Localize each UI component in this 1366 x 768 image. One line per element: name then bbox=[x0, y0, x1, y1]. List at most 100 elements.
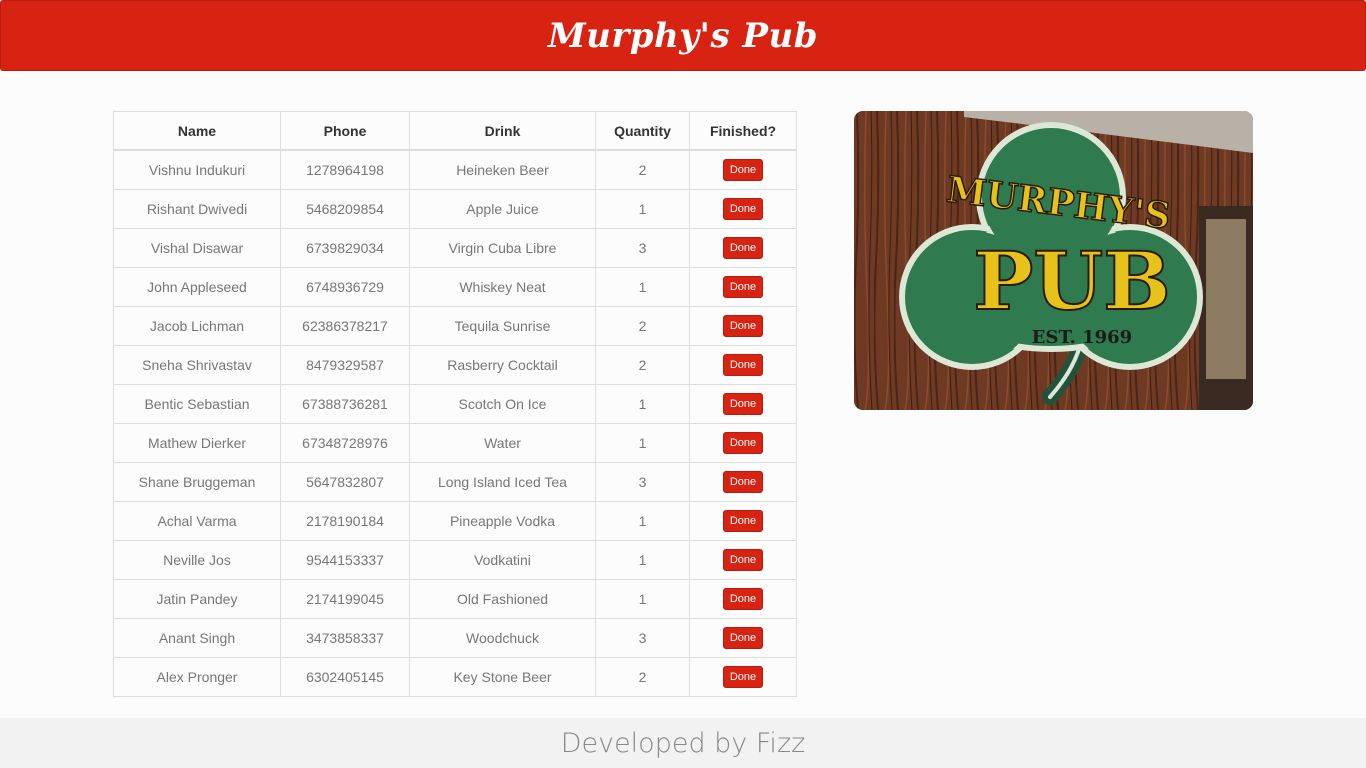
cell-finished: Done bbox=[689, 579, 797, 619]
table-row: Neville Jos 9544153337 Vodkatini 1 Done bbox=[113, 540, 797, 580]
cell-finished: Done bbox=[689, 267, 797, 307]
done-button[interactable]: Done bbox=[722, 510, 764, 532]
cell-phone: 3473858337 bbox=[280, 618, 410, 658]
cell-quantity: 1 bbox=[595, 267, 690, 307]
table-row: Mathew Dierker 67348728976 Water 1 Done bbox=[113, 423, 797, 463]
cell-name: Achal Varma bbox=[113, 501, 281, 541]
cell-name: Jacob Lichman bbox=[113, 306, 281, 346]
cell-name: Sneha Shrivastav bbox=[113, 345, 281, 385]
table-row: Anant Singh 3473858337 Woodchuck 3 Done bbox=[113, 618, 797, 658]
cell-name: Jatin Pandey bbox=[113, 579, 281, 619]
brand-title[interactable]: Murphy's Pub bbox=[548, 16, 818, 56]
cell-phone: 2174199045 bbox=[280, 579, 410, 619]
cell-drink: Rasberry Cocktail bbox=[409, 345, 596, 385]
column-header-quantity: Quantity bbox=[595, 111, 690, 151]
done-button[interactable]: Done bbox=[722, 666, 764, 688]
cell-phone: 8479329587 bbox=[280, 345, 410, 385]
header-bar: Murphy's Pub bbox=[0, 0, 1366, 71]
done-button[interactable]: Done bbox=[722, 159, 764, 181]
cell-drink: Apple Juice bbox=[409, 189, 596, 229]
cell-name: Rishant Dwivedi bbox=[113, 189, 281, 229]
table-row: Bentic Sebastian 67388736281 Scotch On Ice… bbox=[113, 384, 797, 424]
table-row: Achal Varma 2178190184 Pineapple Vodka 1 Don… bbox=[113, 501, 797, 541]
cell-quantity: 1 bbox=[595, 501, 690, 541]
cell-phone: 67348728976 bbox=[280, 423, 410, 463]
cell-quantity: 1 bbox=[595, 423, 690, 463]
done-button[interactable]: Done bbox=[722, 549, 764, 571]
orders-table-body: Vishnu Indukuri 1278964198 Heineken Beer 2 D… bbox=[113, 149, 797, 697]
cell-phone: 5468209854 bbox=[280, 189, 410, 229]
table-row: Alex Pronger 6302405145 Key Stone Beer 2 Don… bbox=[113, 657, 797, 697]
cell-name: Neville Jos bbox=[113, 540, 281, 580]
cell-drink: Woodchuck bbox=[409, 618, 596, 658]
footer-credit: Developed by Fizz bbox=[560, 727, 806, 759]
done-button[interactable]: Done bbox=[722, 393, 764, 415]
cell-phone: 6302405145 bbox=[280, 657, 410, 697]
cell-name: Bentic Sebastian bbox=[113, 384, 281, 424]
cell-quantity: 2 bbox=[595, 306, 690, 346]
orders-table: Name Phone Drink Quantity Finished? Vish… bbox=[113, 111, 797, 697]
cell-drink: Heineken Beer bbox=[409, 149, 596, 190]
cell-phone: 67388736281 bbox=[280, 384, 410, 424]
cell-drink: Key Stone Beer bbox=[409, 657, 596, 697]
cell-finished: Done bbox=[689, 384, 797, 424]
cell-name: Mathew Dierker bbox=[113, 423, 281, 463]
cell-finished: Done bbox=[689, 462, 797, 502]
cell-finished: Done bbox=[689, 189, 797, 229]
cell-finished: Done bbox=[689, 657, 797, 697]
cell-phone: 6748936729 bbox=[280, 267, 410, 307]
cell-name: Vishal Disawar bbox=[113, 228, 281, 268]
footer: Developed by Fizz bbox=[0, 718, 1366, 768]
cell-quantity: 2 bbox=[595, 657, 690, 697]
cell-phone: 62386378217 bbox=[280, 306, 410, 346]
cell-name: Alex Pronger bbox=[113, 657, 281, 697]
cell-drink: Water bbox=[409, 423, 596, 463]
cell-phone: 6739829034 bbox=[280, 228, 410, 268]
cell-phone: 9544153337 bbox=[280, 540, 410, 580]
done-button[interactable]: Done bbox=[722, 471, 764, 493]
cell-drink: Whiskey Neat bbox=[409, 267, 596, 307]
cell-finished: Done bbox=[689, 228, 797, 268]
done-button[interactable]: Done bbox=[722, 354, 764, 376]
column-header-drink: Drink bbox=[409, 111, 596, 151]
cell-drink: Long Island Iced Tea bbox=[409, 462, 596, 502]
cell-finished: Done bbox=[689, 306, 797, 346]
table-row: Vishal Disawar 6739829034 Virgin Cuba Libr… bbox=[113, 228, 797, 268]
cell-name: John Appleseed bbox=[113, 267, 281, 307]
done-button[interactable]: Done bbox=[722, 627, 764, 649]
cell-finished: Done bbox=[689, 149, 797, 190]
table-row: Sneha Shrivastav 8479329587 Rasberry Cockt… bbox=[113, 345, 797, 385]
table-row: John Appleseed 6748936729 Whiskey Neat 1 Don… bbox=[113, 267, 797, 307]
cell-name: Anant Singh bbox=[113, 618, 281, 658]
done-button[interactable]: Done bbox=[722, 432, 764, 454]
cell-finished: Done bbox=[689, 501, 797, 541]
done-button[interactable]: Done bbox=[722, 276, 764, 298]
column-header-phone: Phone bbox=[280, 111, 410, 151]
table-row: Shane Bruggeman 5647832807 Long Island Ice… bbox=[113, 462, 797, 502]
cell-quantity: 3 bbox=[595, 618, 690, 658]
table-row: Jatin Pandey 2174199045 Old Fashioned 1 Done bbox=[113, 579, 797, 619]
table-row: Vishnu Indukuri 1278964198 Heineken Beer 2 D… bbox=[113, 149, 797, 190]
done-button[interactable]: Done bbox=[722, 588, 764, 610]
cell-quantity: 2 bbox=[595, 149, 690, 190]
done-button[interactable]: Done bbox=[722, 315, 764, 337]
sign-est-text: EST. 1969 bbox=[1032, 327, 1132, 348]
table-row: Jacob Lichman 62386378217 Tequila Sunrise 2… bbox=[113, 306, 797, 346]
cell-phone: 2178190184 bbox=[280, 501, 410, 541]
cell-quantity: 3 bbox=[595, 462, 690, 502]
table-header-row: Name Phone Drink Quantity Finished? bbox=[113, 111, 797, 151]
done-button[interactable]: Done bbox=[722, 237, 764, 259]
column-header-finished: Finished? bbox=[689, 111, 797, 151]
cell-name: Shane Bruggeman bbox=[113, 462, 281, 502]
cell-drink: Virgin Cuba Libre bbox=[409, 228, 596, 268]
cell-name: Vishnu Indukuri bbox=[113, 149, 281, 190]
pub-sign-image: MURPHY'S PUB EST. 1969 bbox=[854, 111, 1253, 410]
cell-finished: Done bbox=[689, 618, 797, 658]
cell-phone: 5647832807 bbox=[280, 462, 410, 502]
cell-finished: Done bbox=[689, 540, 797, 580]
cell-drink: Tequila Sunrise bbox=[409, 306, 596, 346]
cell-phone: 1278964198 bbox=[280, 149, 410, 190]
cell-quantity: 1 bbox=[595, 579, 690, 619]
done-button[interactable]: Done bbox=[722, 198, 764, 220]
cell-finished: Done bbox=[689, 423, 797, 463]
